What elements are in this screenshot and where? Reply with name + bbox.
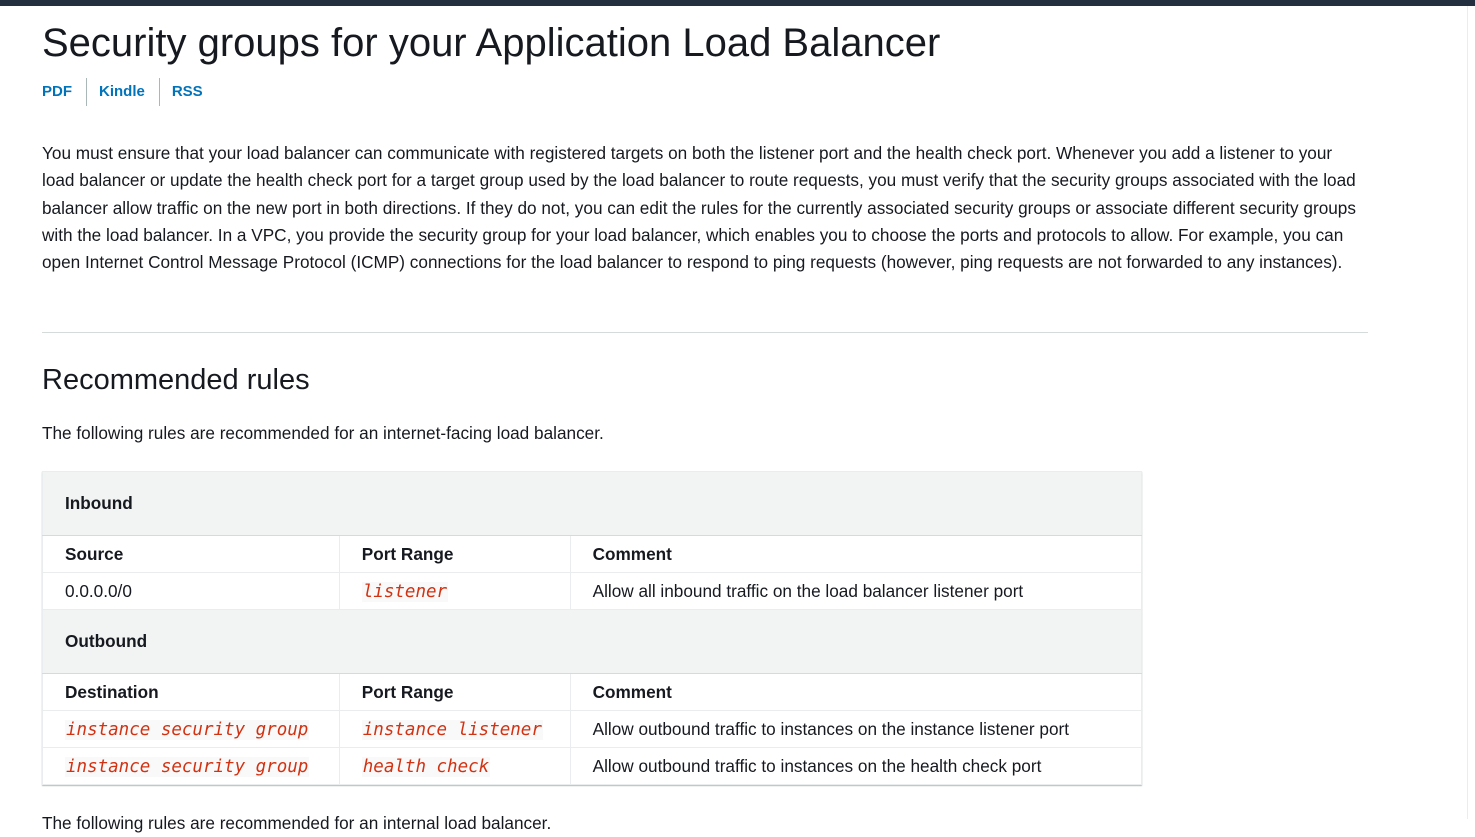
port-cell: listener [338,572,571,610]
comment-cell: Allow all inbound traffic on the load ba… [569,572,1143,610]
section-heading: Recommended rules [42,364,310,396]
column-header-comment: Comment [569,535,1143,573]
inbound-label: Inbound [42,471,1142,536]
table-row: instance security group health check All… [42,747,1143,785]
table-row: instance security group instance listene… [42,710,1143,748]
port-cell: instance listener [338,710,571,748]
comment-cell: Allow outbound traffic to instances on t… [569,747,1143,785]
trailing-paragraph: The following rules are recommended for … [42,813,552,833]
column-header-port-range: Port Range [338,673,571,711]
page-title: Security groups for your Application Loa… [42,21,941,65]
destination-code: instance security group [65,756,310,777]
port-code: instance listener [361,719,543,740]
rules-table: Inbound Source Port Range Comment 0.0.0.… [42,471,1143,785]
top-nav-bar [0,0,1475,6]
link-separator [86,78,87,106]
section-divider [42,332,1368,333]
doc-format-links: PDF Kindle RSS [42,78,203,106]
source-cell: 0.0.0.0/0 [42,572,340,610]
column-header-port-range: Port Range [338,535,571,573]
outbound-column-headers: Destination Port Range Comment [42,673,1143,711]
section-intro: The following rules are recommended for … [42,423,604,443]
column-header-source: Source [42,535,340,573]
destination-code: instance security group [65,719,310,740]
inbound-header-row: Inbound [42,471,1142,536]
outbound-header-row: Outbound [42,609,1142,674]
comment-cell: Allow outbound traffic to instances on t… [569,710,1143,748]
column-header-destination: Destination [42,673,340,711]
kindle-link[interactable]: Kindle [99,78,145,106]
link-separator [158,78,160,106]
port-code: listener [361,581,449,602]
rss-link[interactable]: RSS [172,78,203,106]
pdf-link[interactable]: PDF [42,78,72,106]
inbound-column-headers: Source Port Range Comment [42,535,1143,573]
column-header-comment: Comment [569,673,1143,711]
table-row: 0.0.0.0/0 listener Allow all inbound tra… [42,572,1143,610]
destination-cell: instance security group [42,747,340,785]
outbound-label: Outbound [42,609,1142,674]
port-code: health check [361,756,491,777]
port-cell: health check [338,747,571,785]
destination-cell: instance security group [42,710,340,748]
page-right-border [1467,6,1468,819]
intro-paragraph: You must ensure that your load balancer … [42,143,1356,273]
